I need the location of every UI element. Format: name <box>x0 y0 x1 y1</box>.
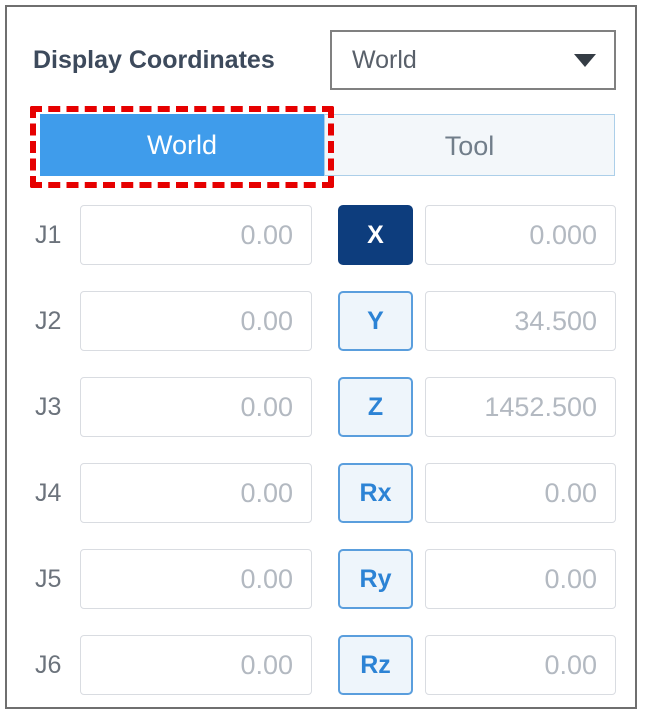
joint-label-j1: J1 <box>33 221 80 250</box>
chevron-down-icon <box>574 54 596 67</box>
joint-value-input-j5[interactable] <box>80 549 312 609</box>
joint-label-j6: J6 <box>33 651 80 680</box>
coordinate-rows: J1 X J2 Y J3 Z J4 Rx J5 Ry J6 Rz <box>33 205 616 721</box>
axis-button-ry[interactable]: Ry <box>338 549 413 609</box>
joint-label-j5: J5 <box>33 565 80 594</box>
axis-button-rx[interactable]: Rx <box>338 463 413 523</box>
display-coordinates-panel: Display Coordinates World World Tool J1 … <box>5 5 637 709</box>
axis-value-input-z[interactable] <box>425 377 616 437</box>
tab-tool[interactable]: Tool <box>324 114 615 176</box>
coordinate-row: J6 Rz <box>33 635 616 695</box>
coordinate-row: J5 Ry <box>33 549 616 609</box>
axis-value-input-rx[interactable] <box>425 463 616 523</box>
axis-button-x[interactable]: X <box>338 205 413 265</box>
coordinate-row: J2 Y <box>33 291 616 351</box>
display-coordinates-label: Display Coordinates <box>33 30 275 90</box>
coordinate-row: J1 X <box>33 205 616 265</box>
axis-value-input-rz[interactable] <box>425 635 616 695</box>
axis-button-rz[interactable]: Rz <box>338 635 413 695</box>
joint-value-input-j4[interactable] <box>80 463 312 523</box>
joint-label-j4: J4 <box>33 479 80 508</box>
joint-value-input-j3[interactable] <box>80 377 312 437</box>
joint-value-input-j1[interactable] <box>80 205 312 265</box>
joint-label-j2: J2 <box>33 307 80 336</box>
coordinate-row: J4 Rx <box>33 463 616 523</box>
coordinate-row: J3 Z <box>33 377 616 437</box>
coordinates-dropdown-value: World <box>352 32 417 88</box>
axis-button-y[interactable]: Y <box>338 291 413 351</box>
coordinates-dropdown[interactable]: World <box>330 30 616 90</box>
axis-value-input-y[interactable] <box>425 291 616 351</box>
axis-value-input-x[interactable] <box>425 205 616 265</box>
joint-label-j3: J3 <box>33 393 80 422</box>
joint-value-input-j2[interactable] <box>80 291 312 351</box>
axis-button-z[interactable]: Z <box>338 377 413 437</box>
joint-value-input-j6[interactable] <box>80 635 312 695</box>
tab-world[interactable]: World <box>40 114 324 176</box>
axis-value-input-ry[interactable] <box>425 549 616 609</box>
